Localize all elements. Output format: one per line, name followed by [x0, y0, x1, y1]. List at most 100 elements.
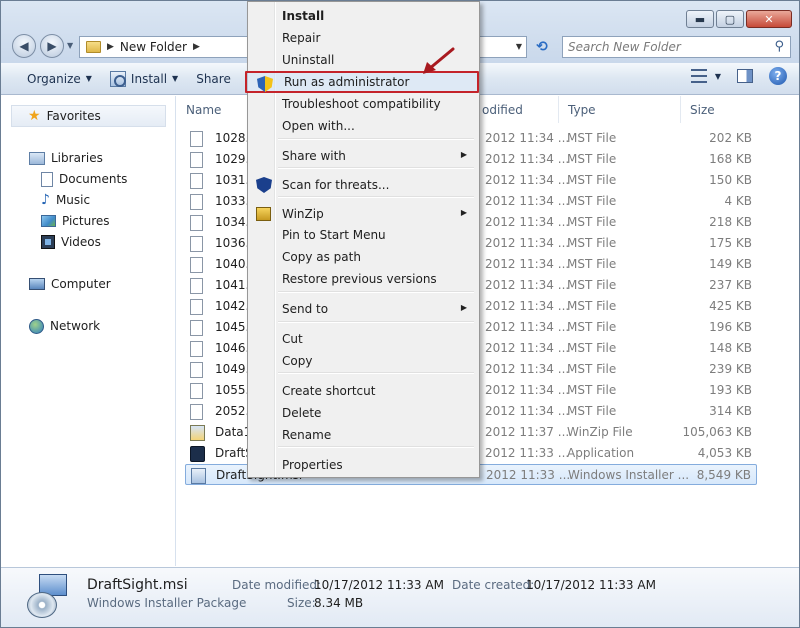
install-button[interactable]: Install ▼ — [101, 67, 187, 91]
change-view-button[interactable]: ▼ — [690, 69, 721, 83]
file-size: 4,053 KB — [697, 446, 752, 460]
forward-button[interactable]: ▶ — [40, 34, 64, 58]
menu-item-rename[interactable]: Rename — [250, 424, 477, 446]
doc-icon — [190, 215, 203, 231]
menu-item-label: Install — [282, 9, 325, 23]
column-date-modified[interactable]: odified — [473, 96, 563, 123]
file-type: MST File — [567, 299, 617, 313]
nav-documents[interactable]: Documents — [41, 169, 127, 189]
doc-icon — [190, 404, 203, 420]
app-icon — [190, 446, 205, 462]
help-icon[interactable]: ? — [769, 67, 787, 85]
file-date: 2012 11:34 ... — [485, 257, 570, 271]
menu-item-copy-as-path[interactable]: Copy as path — [250, 246, 477, 268]
nav-computer-label: Computer — [51, 277, 111, 291]
minimize-icon: ▬ — [694, 12, 706, 26]
file-type: MST File — [567, 404, 617, 418]
organize-button[interactable]: Organize ▼ — [18, 67, 101, 91]
nav-favorites[interactable]: ★ Favorites — [11, 105, 166, 127]
details-filename: DraftSight.msi — [87, 577, 188, 593]
file-size: 150 KB — [709, 173, 752, 187]
search-icon[interactable]: ⚲ — [774, 39, 784, 54]
share-with-button[interactable]: Share — [187, 67, 240, 91]
menu-item-label: WinZip — [282, 207, 324, 221]
file-type: MST File — [567, 173, 617, 187]
forward-arrow-icon: ▶ — [47, 39, 57, 53]
file-date: 2012 11:34 ... — [485, 299, 570, 313]
file-type: WinZip File — [567, 425, 633, 439]
file-date: 2012 11:34 ... — [485, 362, 570, 376]
file-date: 2012 11:34 ... — [485, 215, 570, 229]
nav-pictures[interactable]: Pictures — [41, 211, 110, 231]
file-type: MST File — [567, 131, 617, 145]
doc-icon — [190, 362, 203, 378]
back-button[interactable]: ◀ — [12, 34, 36, 58]
menu-item-create-shortcut[interactable]: Create shortcut — [250, 380, 477, 402]
doc-icon — [190, 320, 203, 336]
file-date: 2012 11:34 ... — [485, 320, 570, 334]
column-size[interactable]: Size — [680, 96, 770, 123]
menu-item-delete[interactable]: Delete — [250, 402, 477, 424]
star-icon: ★ — [28, 108, 41, 124]
menu-item-winzip[interactable]: WinZip ▶ — [250, 203, 477, 225]
doc-icon — [190, 299, 203, 315]
menu-item-label: Pin to Start Menu — [282, 228, 386, 242]
submenu-arrow-icon: ▶ — [460, 208, 467, 217]
doc-icon — [190, 278, 203, 294]
file-type: MST File — [567, 383, 617, 397]
menu-item-copy[interactable]: Copy — [250, 350, 477, 372]
window-controls: ▬ ▢ ✕ — [686, 10, 792, 28]
close-icon: ✕ — [764, 12, 774, 26]
libraries-icon — [29, 151, 45, 165]
preview-pane-icon[interactable] — [737, 69, 753, 83]
menu-item-label: Rename — [282, 428, 332, 442]
navigation-pane: ★ Favorites Libraries Documents ♪ Music … — [1, 96, 176, 566]
details-size-value: 8.34 MB — [314, 596, 364, 610]
file-date: 2012 11:34 ... — [485, 383, 570, 397]
recent-pages-dropdown[interactable]: ▼ — [67, 41, 73, 50]
nav-network[interactable]: Network — [29, 316, 100, 336]
nav-music[interactable]: ♪ Music — [41, 190, 90, 210]
menu-item-restore-previous-versions[interactable]: Restore previous versions — [250, 268, 477, 290]
computer-icon — [29, 278, 45, 290]
menu-item-send-to[interactable]: Send to ▶ — [250, 298, 477, 320]
details-filetype: Windows Installer Package — [87, 596, 247, 610]
installer-package-icon — [27, 574, 71, 620]
close-button[interactable]: ✕ — [746, 10, 792, 28]
menu-separator — [278, 138, 474, 140]
breadcrumb-arrow-icon[interactable]: ▶ — [193, 42, 200, 52]
file-type: MST File — [567, 341, 617, 355]
music-icon: ♪ — [41, 192, 50, 208]
menu-item-install[interactable]: Install — [250, 5, 477, 27]
menu-item-troubleshoot-compatibility[interactable]: Troubleshoot compatibility — [250, 93, 477, 115]
nav-computer[interactable]: Computer — [29, 274, 111, 294]
refresh-button[interactable]: ⟲ — [530, 37, 554, 57]
file-type: MST File — [567, 236, 617, 250]
breadcrumb-arrow-icon[interactable]: ▶ — [107, 42, 114, 52]
annotation-arrow — [423, 47, 455, 74]
search-input[interactable]: Search New Folder ⚲ — [562, 36, 791, 58]
file-size: 425 KB — [709, 299, 752, 313]
menu-item-label: Delete — [282, 406, 322, 420]
menu-item-scan-for-threats[interactable]: Scan for threats... — [250, 174, 477, 196]
doc-icon — [190, 194, 203, 210]
nav-videos[interactable]: Videos — [41, 232, 101, 252]
column-type[interactable]: Type — [558, 96, 682, 123]
menu-item-label: Properties — [282, 458, 343, 472]
breadcrumb-new-folder[interactable]: New Folder — [120, 40, 187, 54]
menu-item-label: Send to — [282, 302, 329, 316]
menu-item-properties[interactable]: Properties — [250, 454, 477, 476]
file-type: MST File — [567, 152, 617, 166]
menu-item-pin-to-start-menu[interactable]: Pin to Start Menu — [250, 224, 477, 246]
address-dropdown-icon[interactable]: ▼ — [516, 42, 522, 51]
menu-item-cut[interactable]: Cut — [250, 328, 477, 350]
maximize-button[interactable]: ▢ — [716, 10, 744, 28]
nav-libraries[interactable]: Libraries — [29, 148, 103, 168]
minimize-button[interactable]: ▬ — [686, 10, 714, 28]
nav-network-label: Network — [50, 319, 101, 333]
menu-item-share-with[interactable]: Share with ▶ — [250, 145, 477, 167]
menu-separator — [278, 167, 474, 169]
column-type-label: Type — [568, 102, 596, 117]
share-label: Share — [196, 71, 231, 86]
menu-item-open-with[interactable]: Open with... — [250, 115, 477, 137]
